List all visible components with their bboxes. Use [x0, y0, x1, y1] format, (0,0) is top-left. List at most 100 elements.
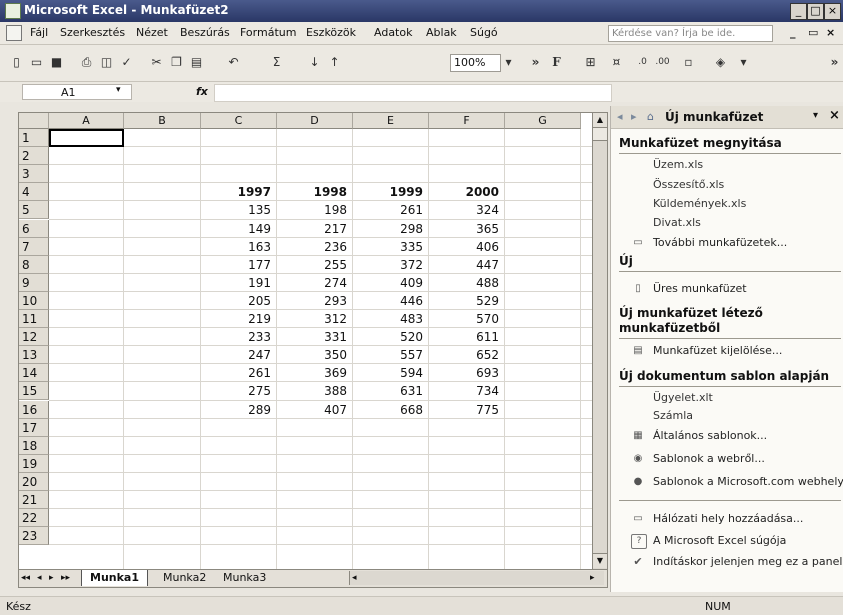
row-header-12[interactable]: 12: [19, 328, 49, 347]
excel-app-icon[interactable]: [5, 3, 21, 19]
maximize-button[interactable]: □: [807, 3, 824, 20]
data-cell[interactable]: 274: [277, 274, 353, 292]
help-search-input[interactable]: Kérdése van? Írja be ide.: [608, 25, 773, 42]
recent-file-link[interactable]: Üzem.xls: [653, 158, 703, 171]
row-header-4[interactable]: 4: [19, 183, 49, 202]
data-cell[interactable]: 293: [277, 292, 353, 310]
first-sheet-icon[interactable]: ◂◂: [21, 571, 30, 585]
sort-ascending-icon[interactable]: ↓: [306, 54, 323, 71]
row-header-17[interactable]: 17: [19, 418, 49, 437]
minimize-button[interactable]: _: [790, 3, 807, 20]
doc-minimize-button[interactable]: _: [790, 26, 796, 39]
active-cell-a1[interactable]: [49, 129, 124, 148]
menu-format[interactable]: Formátum: [240, 26, 296, 39]
more-workbooks-link[interactable]: További munkafüzetek...: [653, 236, 787, 249]
bold-button[interactable]: F: [548, 54, 565, 71]
column-header-e[interactable]: E: [353, 113, 429, 129]
data-cell[interactable]: 520: [353, 328, 429, 346]
row-header-13[interactable]: 13: [19, 346, 49, 365]
data-cell[interactable]: 611: [429, 328, 505, 346]
data-cell[interactable]: 369: [277, 364, 353, 382]
blank-workbook-link[interactable]: Üres munkafüzet: [653, 282, 747, 295]
paste-icon[interactable]: ▤: [188, 54, 205, 71]
data-cell[interactable]: 289: [201, 401, 277, 419]
choose-workbook-link[interactable]: Munkafüzet kijelölése...: [653, 344, 782, 357]
data-cell[interactable]: 668: [353, 401, 429, 419]
select-all-corner[interactable]: [19, 113, 49, 129]
menu-insert[interactable]: Beszúrás: [180, 26, 230, 39]
home-icon[interactable]: ⌂: [647, 110, 654, 123]
menu-file[interactable]: Fájl: [30, 26, 48, 39]
data-cell[interactable]: 236: [277, 238, 353, 256]
forward-arrow-icon[interactable]: ▸: [631, 110, 637, 123]
data-cell[interactable]: 275: [201, 382, 277, 400]
data-cell[interactable]: 407: [277, 401, 353, 419]
row-header-16[interactable]: 16: [19, 400, 49, 419]
row-header-21[interactable]: 21: [19, 491, 49, 510]
name-box-dropdown-icon[interactable]: ▾: [116, 85, 121, 95]
column-header-a[interactable]: A: [49, 113, 124, 129]
data-cell[interactable]: 324: [429, 201, 505, 219]
data-cell[interactable]: 488: [429, 274, 505, 292]
decrease-decimal-icon[interactable]: .00: [654, 54, 671, 71]
data-cell[interactable]: 557: [353, 346, 429, 364]
general-templates-link[interactable]: Általános sablonok...: [653, 429, 767, 442]
task-pane-close-icon[interactable]: ×: [829, 108, 840, 123]
data-cell[interactable]: 734: [429, 382, 505, 400]
column-header-c[interactable]: C: [201, 113, 277, 129]
more-buttons-icon[interactable]: »: [527, 54, 544, 71]
merge-center-icon[interactable]: ⊞: [582, 54, 599, 71]
menu-help[interactable]: Súgó: [470, 26, 498, 39]
web-templates-link[interactable]: Sablonok a webről...: [653, 452, 765, 465]
data-cell[interactable]: 388: [277, 382, 353, 400]
spelling-icon[interactable]: ✓: [118, 54, 135, 71]
print-preview-icon[interactable]: ◫: [98, 54, 115, 71]
ms-templates-link[interactable]: Sablonok a Microsoft.com webhelyen: [653, 475, 843, 488]
cut-icon[interactable]: ✂: [148, 54, 165, 71]
scroll-left-icon[interactable]: ◂: [352, 571, 357, 585]
row-header-1[interactable]: 1: [19, 129, 49, 148]
data-cell[interactable]: 255: [277, 256, 353, 274]
data-cell[interactable]: 365: [429, 220, 505, 238]
back-arrow-icon[interactable]: ◂: [617, 110, 623, 123]
year-header-cell[interactable]: 1999: [353, 183, 429, 201]
data-cell[interactable]: 372: [353, 256, 429, 274]
column-header-b[interactable]: B: [124, 113, 201, 129]
sheet-tab-munka1[interactable]: Munka1: [81, 570, 149, 586]
row-header-5[interactable]: 5: [19, 201, 49, 220]
data-cell[interactable]: 233: [201, 328, 277, 346]
print-icon[interactable]: ⎙: [78, 54, 95, 71]
row-header-18[interactable]: 18: [19, 436, 49, 455]
data-cell[interactable]: 149: [201, 220, 277, 238]
row-header-9[interactable]: 9: [19, 273, 49, 292]
last-sheet-icon[interactable]: ▸▸: [61, 571, 70, 585]
data-cell[interactable]: 631: [353, 382, 429, 400]
task-pane-menu-icon[interactable]: ▾: [813, 110, 818, 121]
row-header-2[interactable]: 2: [19, 147, 49, 166]
data-cell[interactable]: 409: [353, 274, 429, 292]
data-cell[interactable]: 298: [353, 220, 429, 238]
row-header-20[interactable]: 20: [19, 472, 49, 491]
data-cell[interactable]: 261: [353, 201, 429, 219]
data-cell[interactable]: 570: [429, 310, 505, 328]
recent-file-link[interactable]: Küldemények.xls: [653, 197, 746, 210]
data-cell[interactable]: 335: [353, 238, 429, 256]
menu-edit[interactable]: Szerkesztés: [60, 26, 125, 39]
menu-data[interactable]: Adatok: [374, 26, 412, 39]
row-header-19[interactable]: 19: [19, 454, 49, 473]
sheet-tab-munka3[interactable]: Munka3: [215, 570, 274, 586]
doc-restore-button[interactable]: ▭: [808, 26, 818, 39]
data-cell[interactable]: 693: [429, 364, 505, 382]
autosum-icon[interactable]: Σ: [268, 54, 285, 71]
scroll-thumb[interactable]: [593, 128, 607, 141]
add-network-place-link[interactable]: Hálózati hely hozzáadása...: [653, 512, 803, 525]
save-disk-icon[interactable]: ■: [48, 54, 65, 71]
new-document-icon[interactable]: ▯: [8, 54, 25, 71]
data-cell[interactable]: 406: [429, 238, 505, 256]
copy-icon[interactable]: ❐: [168, 54, 185, 71]
data-cell[interactable]: 331: [277, 328, 353, 346]
open-folder-icon[interactable]: ▭: [28, 54, 45, 71]
undo-icon[interactable]: ↶: [225, 54, 242, 71]
template-link[interactable]: Ügyelet.xlt: [653, 391, 713, 404]
doc-close-button[interactable]: ×: [826, 26, 835, 39]
